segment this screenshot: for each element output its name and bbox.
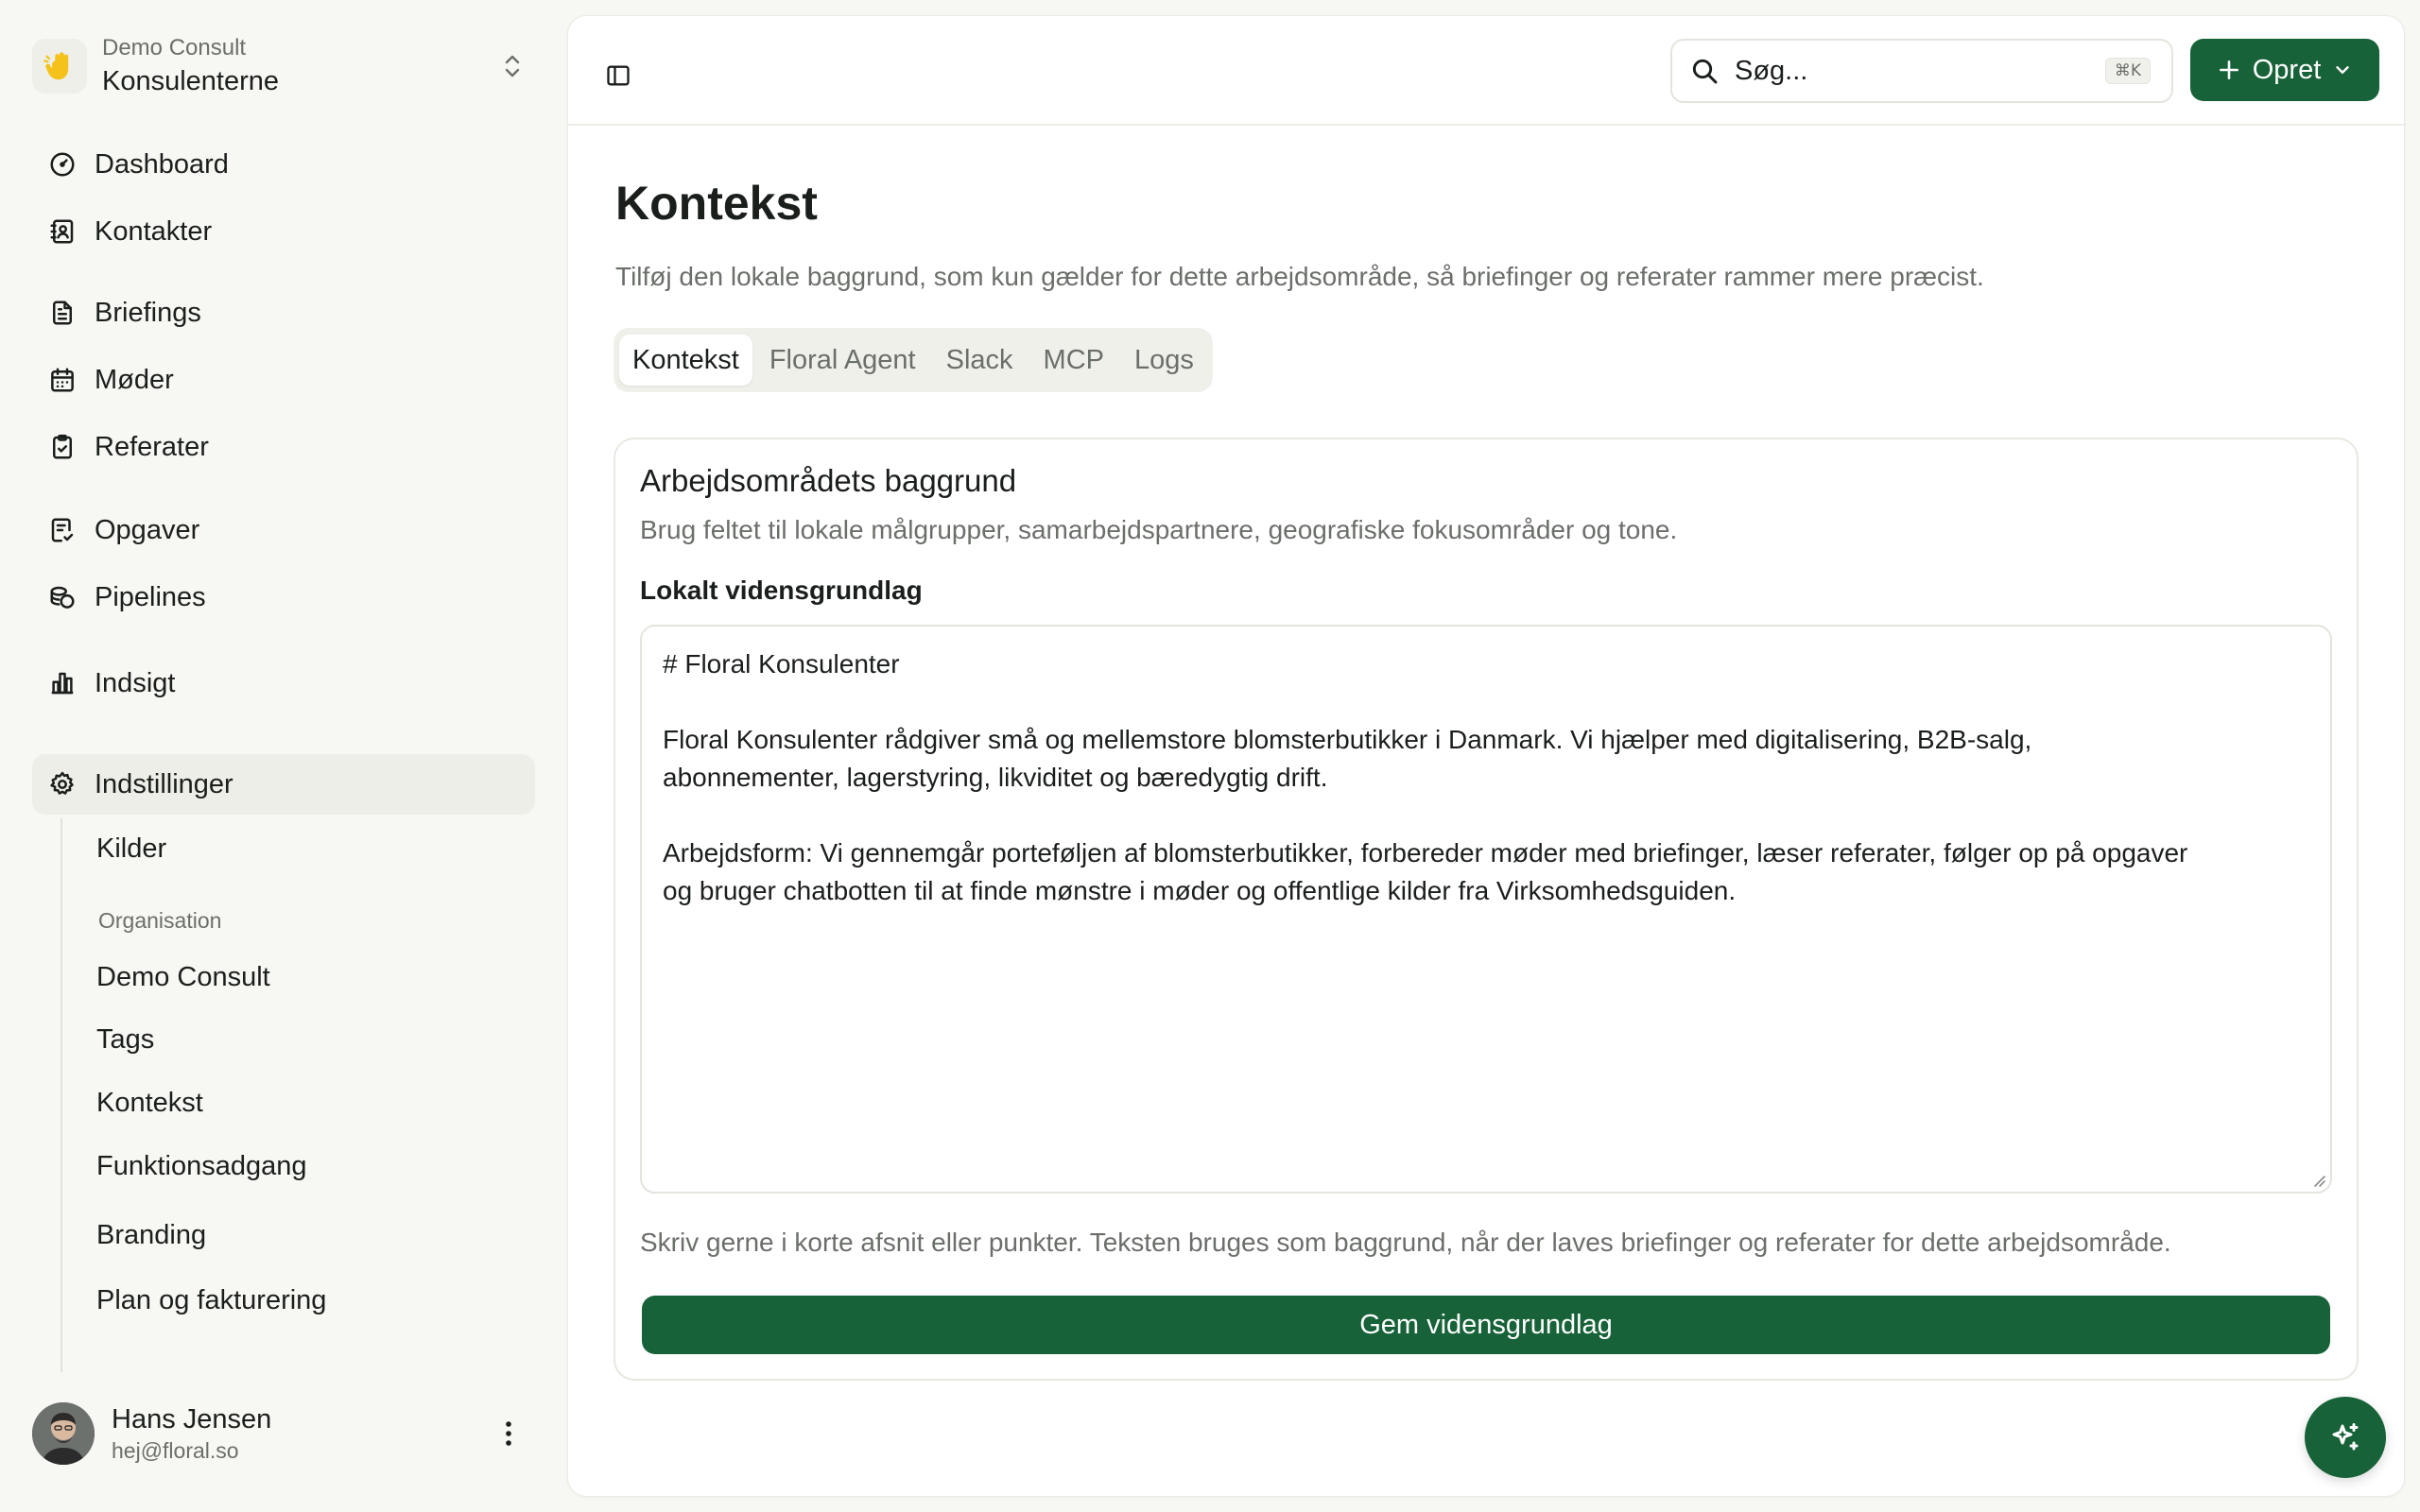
subnav-funktionsadgang[interactable]: Funktionsadgang (96, 1145, 307, 1187)
nav-label: Briefings (95, 297, 201, 328)
calendar-icon (32, 366, 93, 394)
tab-list: Kontekst Floral Agent Slack MCP Logs (614, 328, 1213, 392)
tab-kontekst[interactable]: Kontekst (619, 335, 752, 386)
search-input[interactable] (1735, 55, 2105, 87)
workspace-name: Konsulenterne (102, 66, 280, 96)
bar-chart-icon (32, 669, 93, 697)
knowledge-textarea[interactable]: # Floral Konsulenter Floral Konsulenter … (640, 625, 2332, 1194)
nav-label: Indsigt (95, 667, 176, 698)
nav-briefings[interactable]: Briefings (32, 283, 535, 343)
field-label: Lokalt vidensgrundlag (640, 576, 923, 605)
contact-book-icon (32, 217, 93, 246)
sidebar-toggle-icon[interactable] (596, 54, 640, 97)
user-profile[interactable]: Hans Jensen hej@floral.so (32, 1395, 527, 1472)
nav-dashboard[interactable]: Dashboard (32, 134, 535, 195)
create-button[interactable]: Opret (2190, 39, 2379, 101)
subnav-branding[interactable]: Branding (96, 1214, 206, 1256)
coins-icon (32, 583, 93, 611)
file-text-icon (32, 299, 93, 327)
workspace-switcher[interactable]: Demo Consult Konsulenterne (32, 28, 527, 104)
tab-floral-agent[interactable]: Floral Agent (756, 335, 929, 386)
nav-label: Møder (95, 364, 174, 395)
subnav-demo-consult[interactable]: Demo Consult (96, 956, 270, 998)
content-heading: # Floral Konsulenter (663, 649, 900, 679)
gear-icon (32, 770, 93, 799)
workspace-logo (32, 39, 87, 94)
nav-label: Opgaver (95, 514, 200, 545)
nav-label: Dashboard (95, 148, 229, 180)
nav-pipelines[interactable]: Pipelines (32, 567, 535, 627)
nav-label: Kontakter (95, 215, 213, 247)
sparkles-icon (2332, 1423, 2359, 1451)
nav-indsigt[interactable]: Indsigt (32, 653, 535, 713)
content-line: Floral Konsulenter rådgiver små og melle… (663, 725, 2032, 754)
workspace-org: Demo Consult (102, 35, 247, 60)
create-label: Opret (2252, 54, 2322, 85)
subnav-tags[interactable]: Tags (96, 1019, 154, 1060)
user-name: Hans Jensen (112, 1404, 272, 1435)
gauge-icon (32, 150, 93, 179)
page-subtitle: Tilføj den lokale baggrund, som kun gæld… (615, 262, 1984, 291)
content-line: Arbejdsform: Vi gennemgår porteføljen af… (663, 838, 2188, 868)
nav-referater[interactable]: Referater (32, 417, 535, 477)
chevrons-up-down-icon (497, 47, 527, 85)
user-email: hej@floral.so (112, 1438, 239, 1463)
save-button[interactable]: Gem vidensgrundlag (642, 1296, 2330, 1354)
nav-label: Referater (95, 431, 209, 462)
content-line: abonnementer, lagerstyring, likviditet o… (663, 763, 1328, 792)
ai-assistant-button[interactable] (2305, 1397, 2386, 1478)
card-title: Arbejdsområdets baggrund (640, 463, 1017, 498)
nav-opgaver[interactable]: Opgaver (32, 500, 535, 560)
main-panel: ⌘K Opret Kontekst Tilføj den lokale bagg… (567, 15, 2406, 1497)
nav-kontakter[interactable]: Kontakter (32, 201, 535, 262)
chevron-down-icon (2336, 66, 2349, 74)
notepad-check-icon (32, 516, 93, 544)
search-icon (1689, 56, 1727, 86)
tab-mcp[interactable]: MCP (1030, 335, 1117, 386)
nav-moder[interactable]: Møder (32, 350, 535, 410)
search-shortcut: ⌘K (2104, 58, 2151, 84)
subnav-kontekst[interactable]: Kontekst (96, 1082, 203, 1124)
subnav-divider (60, 818, 62, 1372)
card-description: Brug feltet til lokale målgrupper, samar… (640, 515, 1678, 544)
tab-logs[interactable]: Logs (1121, 335, 1207, 386)
topbar: ⌘K Opret (568, 16, 2406, 126)
subnav-group-organisation: Organisation (98, 908, 222, 933)
tab-slack[interactable]: Slack (933, 335, 1027, 386)
sidebar: Demo Consult Konsulenterne Dashboard Kon… (0, 0, 565, 1512)
nav-indstillinger[interactable]: Indstillinger (32, 754, 535, 815)
clipboard-check-icon (32, 433, 93, 461)
plus-icon (2219, 60, 2238, 79)
field-hint: Skriv gerne i korte afsnit eller punkter… (640, 1228, 2171, 1257)
avatar (32, 1402, 95, 1465)
nav-label: Pipelines (95, 581, 206, 612)
nav-label: Indstillinger (95, 768, 233, 799)
resize-handle-icon[interactable] (2309, 1171, 2326, 1188)
search-box[interactable]: ⌘K (1670, 39, 2173, 103)
context-card: Arbejdsområdets baggrund Brug feltet til… (614, 438, 2359, 1381)
subnav-kilder[interactable]: Kilder (96, 828, 166, 869)
more-vertical-icon[interactable] (490, 1405, 527, 1462)
content-line: og bruger chatbotten til at finde mønstr… (663, 876, 1737, 905)
page-title: Kontekst (615, 177, 818, 230)
subnav-plan[interactable]: Plan og fakturering (96, 1280, 326, 1321)
hand-wave-icon (43, 52, 69, 80)
